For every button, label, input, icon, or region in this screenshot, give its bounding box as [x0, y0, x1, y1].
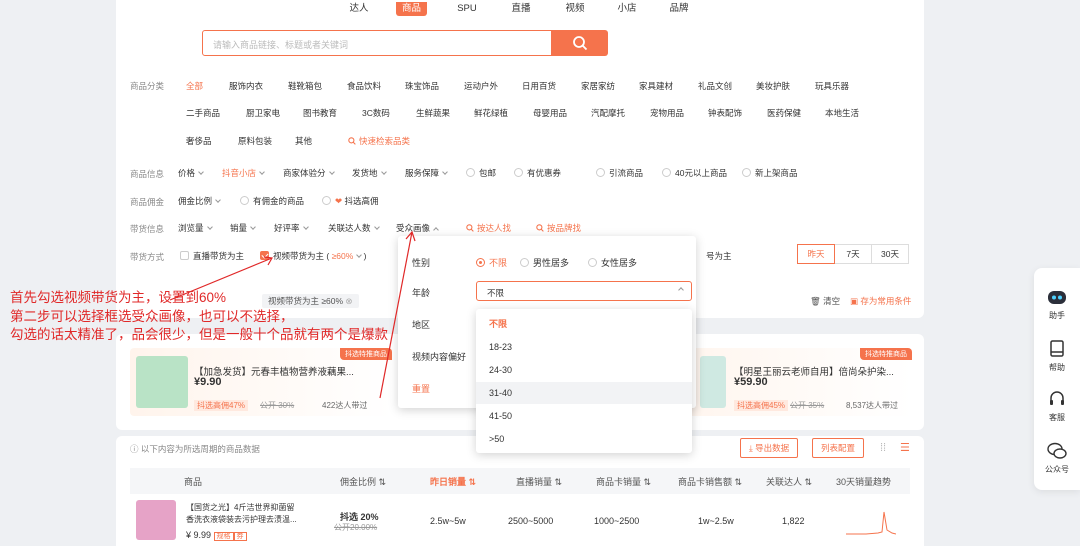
period-yesterday[interactable]: 昨天	[797, 244, 835, 264]
side-toolbar: 助手 帮助 客服 公众号	[1034, 268, 1080, 490]
help-button[interactable]: 帮助	[1034, 340, 1080, 373]
book-icon	[1050, 340, 1064, 357]
headset-icon	[1050, 391, 1064, 405]
robot-icon	[1048, 291, 1066, 304]
annotation-line-3: 勾选的话太精准了，品会很少，但是一般十个品就有两个是爆款	[10, 327, 388, 342]
annotation-arrows	[169, 230, 416, 399]
wechat-button[interactable]: 公众号	[1034, 442, 1080, 475]
support-button[interactable]: 客服	[1034, 390, 1080, 423]
wechat-icon	[1047, 442, 1067, 459]
annotation-line-2: 第二步可以选择框选受众画像，也可以不选择，	[10, 309, 294, 324]
assistant-button[interactable]: 助手	[1034, 288, 1080, 321]
annotation-line-1: 首先勾选视频带货为主，设置到60%	[10, 290, 227, 305]
